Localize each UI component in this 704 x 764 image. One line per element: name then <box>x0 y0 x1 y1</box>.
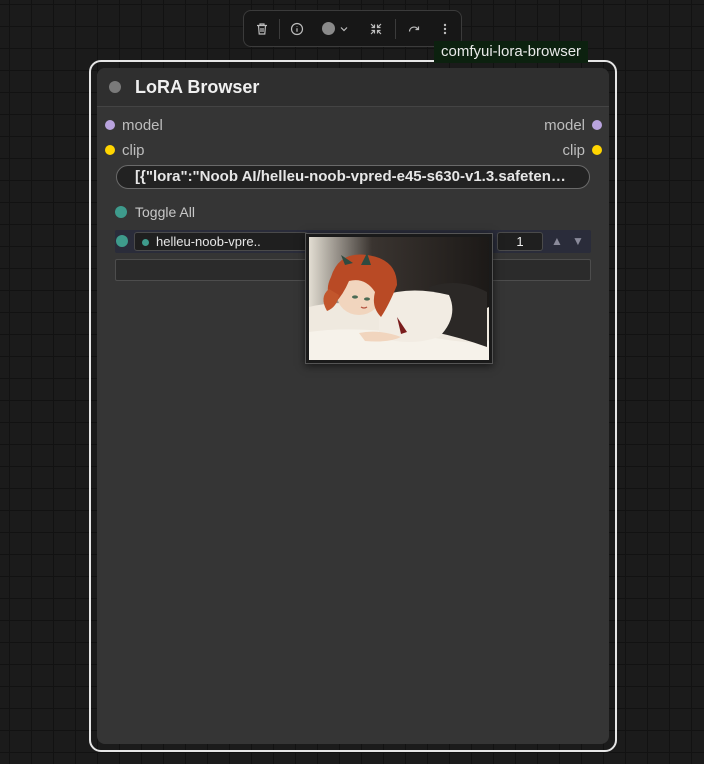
node-header[interactable]: LoRA Browser <box>97 68 609 107</box>
toggle-all-label[interactable]: Toggle All <box>135 204 195 220</box>
lora-active-toggle[interactable] <box>116 235 128 247</box>
model-input-slot[interactable] <box>105 120 115 130</box>
move-down-icon[interactable]: ▼ <box>571 233 585 249</box>
clip-input-label: clip <box>122 142 145 159</box>
color-dot-icon <box>321 22 335 35</box>
lora-browser-node[interactable]: LoRA Browser model clip model clip [{"lo… <box>97 68 609 744</box>
model-input-label: model <box>122 117 163 134</box>
lora-json-field[interactable]: [{"lora":"Noob AI/helleu-noob-vpred-e45-… <box>116 165 590 189</box>
lora-name-field[interactable]: helleu-noob-vpre.. <box>134 232 308 251</box>
clip-input-slot[interactable] <box>105 145 115 155</box>
model-output-slot[interactable] <box>592 120 602 130</box>
lora-strength-input[interactable]: 1 <box>497 232 543 251</box>
toolbar-divider <box>395 19 396 39</box>
trash-icon[interactable] <box>252 11 272 46</box>
chevron-down-icon <box>340 26 347 31</box>
lora-preview-image <box>309 237 489 360</box>
node-toolbar <box>243 10 462 47</box>
info-circle-icon[interactable] <box>287 11 307 46</box>
clip-output-label: clip <box>562 142 585 159</box>
color-picker-button[interactable] <box>318 11 352 46</box>
move-up-icon[interactable]: ▲ <box>550 233 564 249</box>
lora-preview-popup <box>305 233 493 364</box>
toolbar-divider <box>279 19 280 39</box>
model-output-label: model <box>544 117 585 134</box>
toggle-all-dot[interactable] <box>115 206 127 218</box>
shrink-arrows-icon[interactable] <box>365 11 387 46</box>
redo-arrow-icon[interactable] <box>403 11 425 46</box>
lora-status-icon <box>142 239 149 246</box>
collapse-toggle-icon[interactable] <box>109 81 121 93</box>
clip-output-slot[interactable] <box>592 145 602 155</box>
node-title: LoRA Browser <box>135 77 260 97</box>
node-source-badge: comfyui-lora-browser <box>434 41 589 63</box>
lora-name: helleu-noob-vpre.. <box>156 234 261 249</box>
